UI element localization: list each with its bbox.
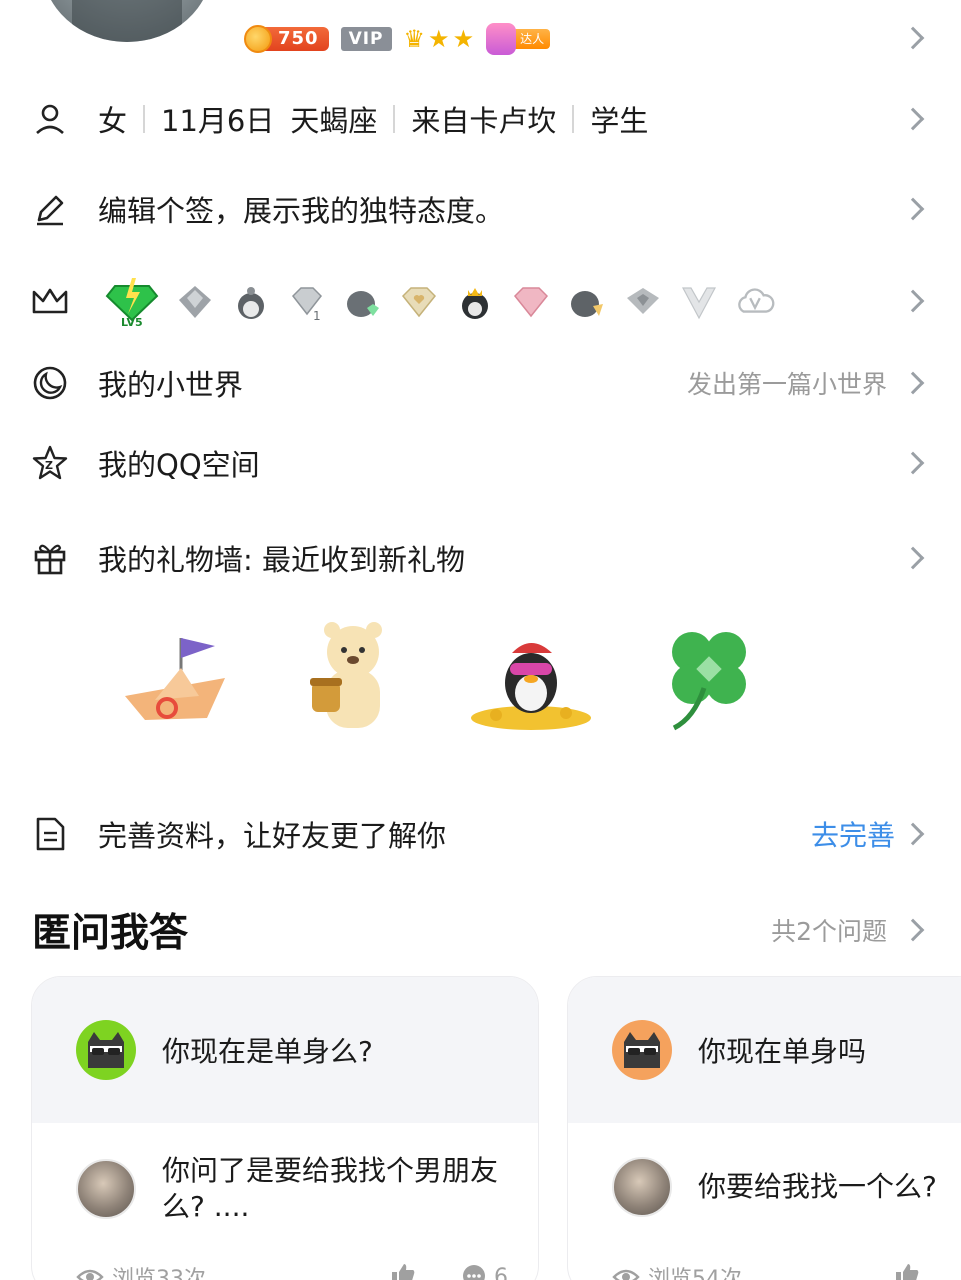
complete-profile-link[interactable]: 去完善 [811, 814, 895, 854]
qa-count-label: 共2个问题 [771, 917, 887, 946]
chevron-right-icon [901, 289, 925, 313]
qzone-label: 我的QQ空间 [98, 448, 260, 482]
qa-card-footer: 浏览54次 [612, 1261, 920, 1280]
comment-count: 6 [494, 1264, 508, 1280]
divider [393, 105, 396, 133]
gift-icon [30, 538, 70, 578]
like-icon[interactable] [894, 1262, 920, 1280]
coin-icon [244, 25, 272, 53]
birthday-text: 11月6日 [161, 104, 275, 138]
qa-card-footer: 浏览33次 6 [76, 1261, 508, 1280]
gift-list[interactable] [110, 615, 774, 740]
eye-icon [612, 1269, 640, 1280]
small-world-label: 我的小世界 [98, 368, 244, 402]
qa-question-text: 你现在是单身么? [162, 1035, 373, 1068]
view-count: 浏览33次 [76, 1261, 206, 1280]
signature-row[interactable]: 编辑个签，展示我的独特态度。 [0, 188, 961, 230]
qa-answer-area[interactable]: 你问了是要给我找个男朋友么? .... [32, 1123, 538, 1225]
qa-card[interactable]: 你现在是单身么? 你问了是要给我找个男朋友么? .... 浏览33次 6 [31, 976, 539, 1280]
chevron-right-icon [901, 546, 925, 570]
anonymous-cat-avatar [612, 1020, 672, 1080]
chevron-right-icon [901, 918, 925, 942]
view-count: 浏览54次 [612, 1261, 742, 1280]
cloud-v-icon [734, 282, 776, 322]
anonymous-cat-avatar [76, 1020, 136, 1080]
svg-text:Z: Z [45, 459, 53, 472]
occupation-text: 学生 [590, 104, 649, 138]
comment-icon [463, 1265, 485, 1280]
small-world-row[interactable]: 我的小世界 发出第一篇小世界 [0, 362, 961, 404]
chevron-right-icon [901, 197, 925, 221]
paper-boat-gift-icon[interactable] [110, 615, 240, 740]
chevron-right-icon [901, 107, 925, 131]
complete-profile-label: 完善资料，让好友更了解你 [98, 819, 447, 853]
qa-answer-text: 你问了是要给我找个男朋友么? .... [162, 1154, 499, 1223]
header-row[interactable] [0, 22, 961, 54]
pencil-icon [30, 189, 70, 229]
qa-count-row[interactable]: 共2个问题 [0, 910, 961, 950]
view-count-text: 浏览54次 [648, 1267, 742, 1280]
gray-gem-medal-icon [622, 282, 664, 322]
wing-medal-icon [678, 282, 720, 322]
qa-question-area[interactable]: 你现在是单身么? [32, 977, 538, 1123]
penguin-gem-medal-icon [342, 282, 384, 322]
crown-penguin-medal-icon [454, 282, 496, 322]
talent-icon [486, 23, 517, 55]
small-world-hint: 发出第一篇小世界 [686, 370, 887, 399]
pink-diamond-medal-icon [510, 282, 552, 322]
gender-text: 女 [98, 104, 128, 138]
qa-question-text: 你现在单身吗 [698, 1035, 867, 1068]
person-icon [30, 99, 70, 139]
penguin-medal-icon [230, 282, 272, 322]
eye-icon [76, 1269, 104, 1280]
view-count-text: 浏览33次 [112, 1267, 206, 1280]
document-icon [30, 814, 70, 854]
moon-circle-icon [30, 363, 70, 403]
chevron-right-icon [901, 371, 925, 395]
gift-wall-row[interactable]: 我的礼物墙: 最近收到新礼物 [0, 537, 961, 579]
chevron-right-icon [901, 26, 925, 50]
qa-question-area[interactable]: 你现在单身吗 [568, 977, 961, 1123]
hometown-text: 来自卡卢坎 [411, 104, 557, 138]
gray-penguin-medal-icon [174, 282, 216, 322]
medal-list[interactable]: LV5 1 [104, 276, 776, 328]
like-icon[interactable] [390, 1262, 416, 1280]
qa-card[interactable]: 你现在单身吗 你要给我找一个么? 浏览54次 [567, 976, 961, 1280]
diamond-one-medal-icon: 1 [286, 282, 328, 322]
bear-honey-gift-icon[interactable] [288, 615, 418, 740]
complete-profile-row[interactable]: 完善资料，让好友更了解你 去完善 [0, 813, 961, 855]
penguin-hat-medal-icon [566, 282, 608, 322]
comment-button[interactable]: 6 [460, 1264, 508, 1280]
divider [572, 105, 575, 133]
heart-diamond-medal-icon [398, 282, 440, 322]
profile-info: 女 11月6日 天蝎座 来自卡卢坎 学生 [98, 98, 648, 140]
four-leaf-clover-gift-icon[interactable] [644, 615, 774, 740]
svg-text:1: 1 [313, 309, 321, 322]
crown-icon [30, 281, 70, 321]
qa-answer-area[interactable]: 你要给我找一个么? [568, 1123, 961, 1217]
qzone-row[interactable]: Z 我的QQ空间 [0, 442, 961, 484]
level-diamond-icon: LV5 [104, 276, 160, 328]
user-avatar [612, 1157, 672, 1217]
divider [143, 105, 146, 133]
penguin-gold-gift-icon[interactable] [466, 615, 596, 740]
level-label: LV5 [121, 316, 143, 328]
gift-wall-label: 我的礼物墙: 最近收到新礼物 [98, 543, 465, 577]
chevron-right-icon [901, 451, 925, 475]
qa-answer-text: 你要给我找一个么? [698, 1170, 937, 1203]
signature-text: 编辑个签，展示我的独特态度。 [98, 194, 505, 228]
user-avatar [76, 1159, 136, 1219]
zodiac-text: 天蝎座 [290, 104, 378, 138]
qzone-star-icon: Z [30, 443, 70, 483]
profile-info-row[interactable]: 女 11月6日 天蝎座 来自卡卢坎 学生 [0, 98, 961, 140]
chevron-right-icon [901, 822, 925, 846]
